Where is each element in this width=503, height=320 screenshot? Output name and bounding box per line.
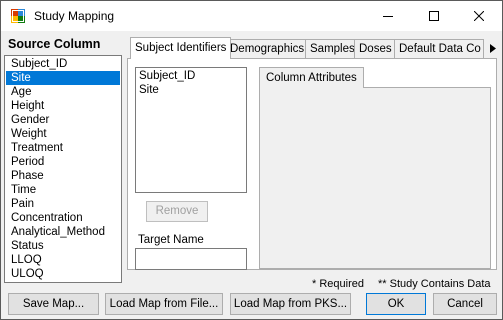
source-item-status[interactable]: Status	[6, 239, 120, 253]
tab-doses[interactable]: Doses	[354, 39, 397, 58]
source-item-phase[interactable]: Phase	[6, 169, 120, 183]
ok-button[interactable]: OK	[366, 293, 426, 315]
close-button[interactable]	[456, 1, 502, 31]
tab-column-attributes[interactable]: Column Attributes	[259, 67, 364, 88]
cancel-button[interactable]: Cancel	[433, 293, 497, 315]
column-attributes-page	[259, 87, 491, 269]
tab-samples[interactable]: Samples	[305, 39, 360, 58]
remove-button[interactable]: Remove	[146, 201, 208, 222]
window-title: Study Mapping	[34, 9, 115, 23]
minimize-icon	[383, 16, 393, 17]
title-bar[interactable]: Study Mapping	[1, 1, 502, 31]
load-map-from-file-button[interactable]: Load Map from File...	[105, 293, 223, 315]
maximize-button[interactable]	[411, 1, 457, 31]
right-arrow-icon	[490, 44, 496, 54]
source-item-time[interactable]: Time	[6, 183, 120, 197]
source-item-uloq[interactable]: ULOQ	[6, 267, 120, 281]
close-icon	[474, 11, 484, 21]
mapping-tabs: Subject Identifiers Demographics Samples…	[127, 37, 499, 270]
subject-identifiers-page: Subject_ID Site Remove Target Name Colum…	[127, 58, 497, 270]
study-mapping-window: Study Mapping Source Column Subject_ID S…	[0, 0, 503, 320]
target-name-input[interactable]	[135, 248, 247, 270]
subject-identifier-list[interactable]: Subject_ID Site	[135, 67, 247, 193]
required-note: * Required	[312, 278, 364, 290]
source-item-concentration[interactable]: Concentration	[6, 211, 120, 225]
tab-bar: Subject Identifiers Demographics Samples…	[127, 37, 499, 59]
source-item-analytical-method[interactable]: Analytical_Method	[6, 225, 120, 239]
source-item-age[interactable]: Age	[6, 85, 120, 99]
tab-default-data[interactable]: Default Data Co	[394, 39, 484, 58]
source-item-site[interactable]: Site	[6, 71, 120, 85]
source-item-gender[interactable]: Gender	[6, 113, 120, 127]
identifier-item-subject-id[interactable]: Subject_ID	[136, 69, 246, 83]
target-name-label: Target Name	[138, 234, 204, 246]
tab-demographics[interactable]: Demographics	[225, 39, 310, 58]
attributes-tabs: Column Attributes	[259, 67, 491, 271]
load-map-from-pks-button[interactable]: Load Map from PKS...	[230, 293, 351, 315]
study-contains-data-note: ** Study Contains Data	[378, 278, 491, 290]
source-item-weight[interactable]: Weight	[6, 127, 120, 141]
source-item-subject-id[interactable]: Subject_ID	[6, 57, 120, 71]
tab-subject-identifiers[interactable]: Subject Identifiers	[130, 37, 232, 59]
source-column-list[interactable]: Subject_ID Site Age Height Gender Weight…	[4, 55, 122, 283]
source-item-lloq[interactable]: LLOQ	[6, 253, 120, 267]
source-item-height[interactable]: Height	[6, 99, 120, 113]
tab-scroll-button[interactable]	[487, 39, 499, 57]
source-column-label: Source Column	[8, 37, 101, 51]
source-item-period[interactable]: Period	[6, 155, 120, 169]
app-icon	[11, 9, 25, 23]
minimize-button[interactable]	[365, 1, 411, 31]
source-item-treatment[interactable]: Treatment	[6, 141, 120, 155]
maximize-icon	[429, 11, 439, 21]
identifier-item-site[interactable]: Site	[136, 83, 246, 97]
source-item-pain[interactable]: Pain	[6, 197, 120, 211]
save-map-button[interactable]: Save Map...	[8, 293, 99, 315]
